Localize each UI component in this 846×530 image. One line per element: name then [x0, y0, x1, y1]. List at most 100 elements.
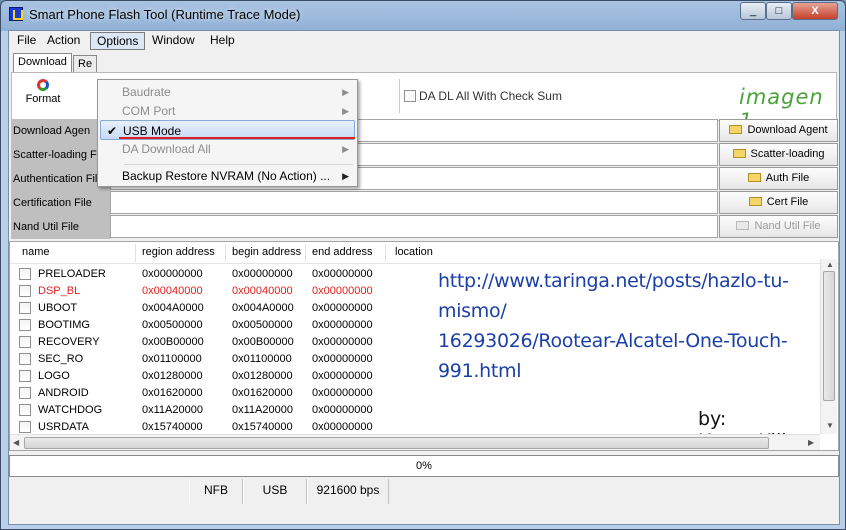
usb-mode-label: USB Mode	[123, 124, 182, 138]
vertical-scroll-thumb[interactable]	[823, 271, 835, 401]
nand-row: Nand Util File Nand Util File	[9, 215, 839, 239]
col-region[interactable]: region address	[142, 246, 215, 258]
minimize-button[interactable]: _	[740, 2, 766, 20]
cert-row: Certification File Cert File	[9, 191, 839, 215]
auth-button-label: Auth File	[765, 172, 810, 184]
close-button[interactable]: X	[792, 2, 838, 20]
end-address: 0x00000000	[312, 387, 373, 399]
begin-address: 0x11A20000	[232, 404, 293, 416]
backup-nvram-label: Backup Restore NVRAM (No Action) ...	[122, 169, 331, 183]
vertical-scrollbar[interactable]: ▲ ▼	[820, 259, 837, 434]
format-label: Format	[25, 93, 61, 105]
scroll-right-icon[interactable]: ▶	[808, 438, 814, 447]
url-line-2: 16293026/Rootear-Alcatel-One-Touch-991.h…	[438, 330, 788, 382]
download-agent-label: Download Agen	[11, 119, 111, 143]
row-checkbox[interactable]	[19, 302, 31, 314]
checkbox-icon	[404, 90, 416, 102]
horizontal-scroll-thumb[interactable]	[24, 437, 769, 449]
download-agent-button-label: Download Agent	[747, 124, 828, 136]
begin-address: 0x00040000	[232, 285, 293, 297]
folder-icon	[736, 221, 750, 230]
scroll-up-icon[interactable]: ▲	[826, 260, 834, 269]
cert-field[interactable]	[110, 191, 718, 214]
row-checkbox[interactable]	[19, 421, 31, 433]
partition-name: SEC_RO	[38, 353, 84, 365]
row-checkbox[interactable]	[19, 336, 31, 348]
nand-field[interactable]	[110, 215, 718, 238]
da-download-all-label: DA Download All	[122, 142, 211, 156]
tab-download[interactable]: Download	[13, 53, 72, 73]
scatter-button-label: Scatter-loading	[750, 148, 825, 160]
region-address: 0x00500000	[142, 319, 203, 331]
title-bar[interactable]: Smart Phone Flash Tool (Runtime Trace Mo…	[1, 1, 845, 29]
window-title: Smart Phone Flash Tool (Runtime Trace Mo…	[29, 7, 301, 22]
col-location[interactable]: location	[395, 246, 433, 258]
folder-icon	[747, 173, 761, 182]
end-address: 0x00000000	[312, 319, 373, 331]
com-port-label: COM Port	[122, 104, 176, 118]
partition-name: RECOVERY	[38, 336, 100, 348]
end-address: 0x00000000	[312, 404, 373, 416]
menu-item-backup-nvram[interactable]: Backup Restore NVRAM (No Action) ... ▶	[100, 166, 355, 186]
scatter-label: Scatter-loading Fi	[11, 143, 111, 167]
usb-mode-highlight-underline	[119, 137, 355, 139]
row-checkbox[interactable]	[19, 387, 31, 399]
row-checkbox[interactable]	[19, 285, 31, 297]
end-address: 0x00000000	[312, 336, 373, 348]
col-divider	[385, 244, 386, 262]
nand-button-label: Nand Util File	[754, 220, 821, 232]
checkmark-icon: ✔	[107, 124, 118, 138]
url-watermark: http://www.taringa.net/posts/hazlo-tu-mi…	[438, 266, 838, 386]
begin-address: 0x01280000	[232, 370, 293, 382]
auth-label: Authentication File	[11, 167, 111, 191]
list-header: name region address begin address end ad…	[10, 242, 838, 264]
horizontal-scrollbar[interactable]: ◀ ▶	[10, 434, 820, 450]
app-window: Smart Phone Flash Tool (Runtime Trace Mo…	[0, 0, 846, 530]
col-end[interactable]: end address	[312, 246, 373, 258]
scroll-left-icon[interactable]: ◀	[13, 438, 19, 447]
end-address: 0x00000000	[312, 370, 373, 382]
row-checkbox[interactable]	[19, 353, 31, 365]
end-address: 0x00000000	[312, 302, 373, 314]
col-name[interactable]: name	[22, 246, 50, 258]
col-divider	[225, 244, 226, 262]
tab-readback[interactable]: Re	[73, 55, 98, 72]
download-agent-button[interactable]: Download Agent	[719, 119, 838, 142]
region-address: 0x01100000	[142, 353, 202, 365]
col-divider	[305, 244, 306, 262]
scroll-down-icon[interactable]: ▼	[826, 421, 834, 430]
submenu-arrow-icon: ▶	[342, 144, 349, 154]
row-checkbox[interactable]	[19, 370, 31, 382]
menu-action[interactable]: Action	[41, 32, 86, 50]
menu-window[interactable]: Window	[146, 32, 201, 50]
menu-help[interactable]: Help	[204, 32, 241, 50]
partition-name: DSP_BL	[38, 285, 81, 297]
region-address: 0x00B00000	[142, 336, 204, 348]
auth-button[interactable]: Auth File	[719, 167, 838, 190]
menu-item-baudrate: Baudrate ▶	[100, 82, 355, 102]
menu-options[interactable]: Options	[90, 32, 146, 50]
row-checkbox[interactable]	[19, 319, 31, 331]
format-button[interactable]: Format	[18, 77, 68, 117]
col-begin[interactable]: begin address	[232, 246, 301, 258]
folder-icon	[732, 149, 746, 158]
partition-name: PRELOADER	[38, 268, 106, 280]
row-checkbox[interactable]	[19, 268, 31, 280]
cert-button[interactable]: Cert File	[719, 191, 838, 214]
begin-address: 0x00B00000	[232, 336, 294, 348]
table-row[interactable]: ANDROID 0x01620000 0x01620000 0x00000000	[10, 385, 820, 402]
menu-file[interactable]: File	[11, 32, 42, 50]
scatter-button[interactable]: Scatter-loading	[719, 143, 838, 166]
progress-bar: 0%	[9, 455, 839, 477]
submenu-arrow-icon: ▶	[342, 106, 349, 116]
menu-item-com-port: COM Port ▶	[100, 101, 355, 121]
begin-address: 0x01100000	[232, 353, 292, 365]
partition-name: ANDROID	[38, 387, 89, 399]
nand-button: Nand Util File	[719, 215, 838, 238]
da-checksum-label: DA DL All With Check Sum	[419, 89, 562, 103]
maximize-button[interactable]: □	[766, 2, 792, 20]
da-checksum-checkbox[interactable]: DA DL All With Check Sum	[404, 89, 562, 103]
row-checkbox[interactable]	[19, 404, 31, 416]
end-address: 0x00000000	[312, 353, 373, 365]
begin-address: 0x01620000	[232, 387, 293, 399]
